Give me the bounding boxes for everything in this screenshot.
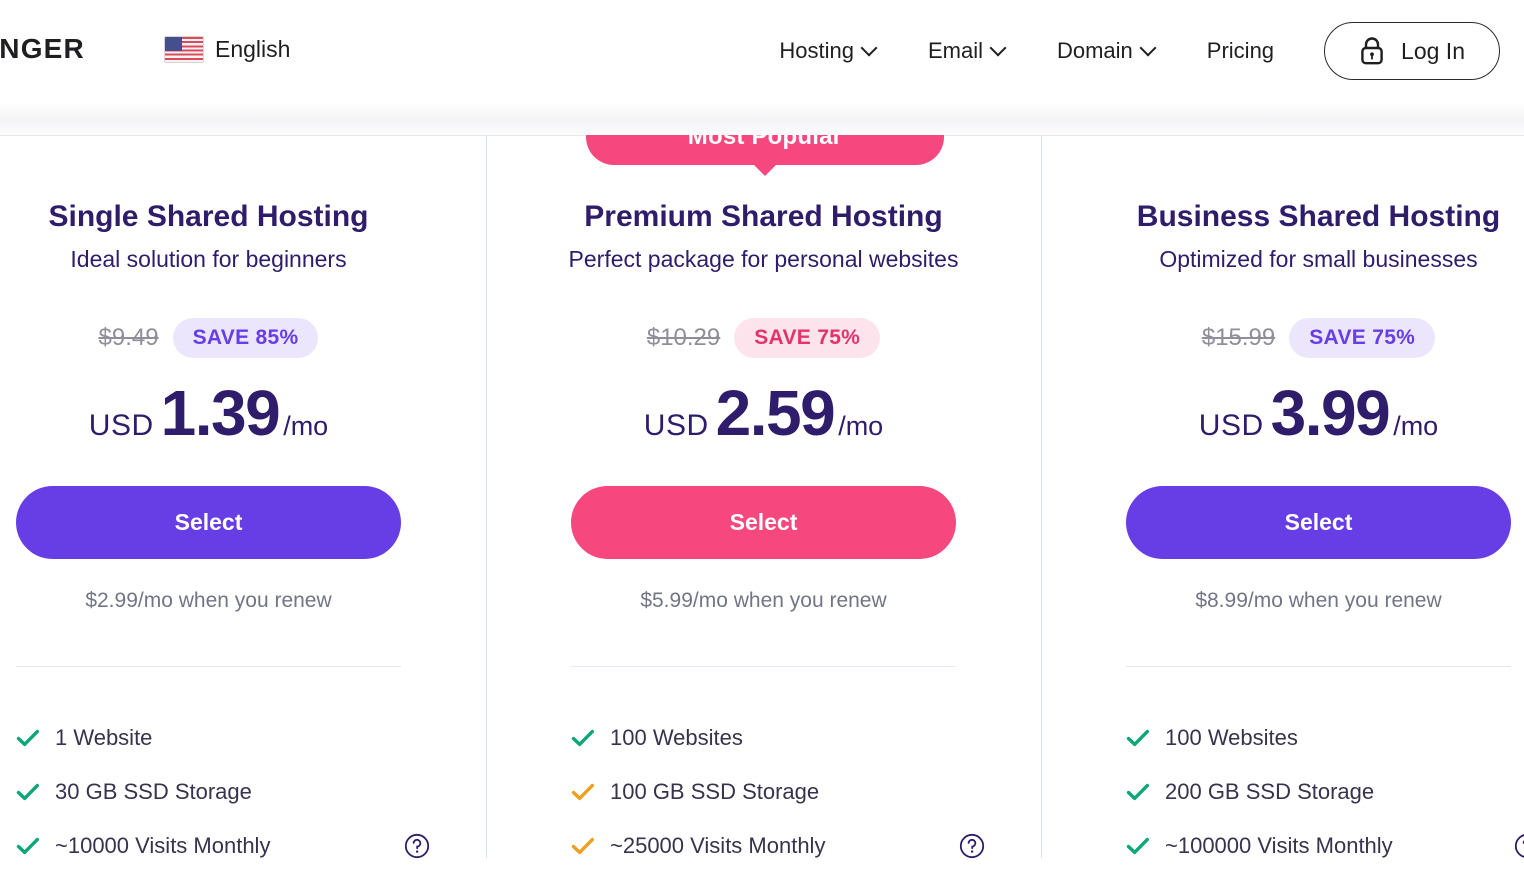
login-button[interactable]: Log In: [1324, 22, 1500, 80]
language-selector[interactable]: English: [164, 36, 290, 63]
feature-label: 30 GB SSD Storage: [55, 779, 252, 804]
plan-subtitle: Optimized for small businesses: [1159, 246, 1478, 272]
site-header: TINGER English Hosting Email Domain Pric…: [0, 0, 1524, 102]
pricing-plans-section: Single Shared Hosting Ideal solution for…: [0, 109, 1524, 859]
plan-old-price: $9.49: [98, 324, 159, 351]
card-inner-divider: [1126, 666, 1511, 667]
plan-price: USD 1.39 /mo: [0, 381, 486, 445]
nav-item-pricing[interactable]: Pricing: [1181, 26, 1300, 76]
check-icon: [571, 729, 594, 747]
help-icon[interactable]: [1514, 833, 1524, 859]
nav-label-domain: Domain: [1056, 38, 1133, 63]
pricing-card-premium-shared-hosting[interactable]: Premium Shared Hosting Perfect package f…: [486, 136, 1041, 859]
check-icon: [571, 837, 594, 855]
plan-price-period: /mo: [838, 411, 884, 441]
select-button-business[interactable]: Select: [1126, 486, 1511, 559]
plan-old-price: $15.99: [1201, 324, 1276, 351]
feature-label: ~25000 Visits Monthly: [610, 833, 826, 858]
plan-subtitle: Perfect package for personal websites: [568, 246, 959, 272]
feature-item: 1 Website: [16, 711, 416, 765]
us-flag-icon: [164, 36, 204, 63]
check-icon: [571, 783, 594, 801]
pricing-card-business-shared-hosting[interactable]: Business Shared Hosting Optimized for sm…: [1041, 136, 1524, 858]
plan-currency: USD: [1198, 409, 1264, 442]
plan-save-badge: SAVE 85%: [172, 318, 319, 358]
check-icon: [1126, 837, 1149, 855]
header-shadow: [0, 102, 1524, 135]
plan-renewal-note: $2.99/mo when you renew: [85, 589, 332, 612]
language-label: English: [215, 36, 291, 62]
feature-label: 100 Websites: [610, 725, 743, 750]
plan-price-amount: 1.39: [160, 377, 281, 449]
plan-old-price: $10.29: [646, 324, 721, 351]
nav-label-hosting: Hosting: [779, 38, 854, 63]
feature-label: ~10000 Visits Monthly: [55, 833, 271, 858]
site-logo[interactable]: TINGER: [0, 33, 85, 65]
select-button-premium[interactable]: Select: [571, 486, 956, 559]
plan-feature-list: 1 Website 30 GB SSD Storage ~10000 Visit…: [16, 711, 430, 873]
feature-item: 100 Websites: [571, 711, 971, 765]
help-icon[interactable]: [959, 833, 985, 859]
main-navigation: Hosting Email Domain Pricing Log In: [753, 22, 1500, 80]
plan-subtitle: Ideal solution for beginners: [70, 246, 347, 272]
nav-label-pricing: Pricing: [1206, 38, 1275, 63]
card-inner-divider: [16, 666, 401, 667]
feature-label: 200 GB SSD Storage: [1165, 779, 1375, 804]
check-icon: [16, 729, 39, 747]
plan-currency: USD: [88, 409, 154, 442]
lock-icon: [1361, 37, 1383, 65]
feature-item: 30 GB SSD Storage: [16, 765, 416, 819]
nav-item-domain[interactable]: Domain: [1031, 26, 1181, 76]
plan-renewal-note: $5.99/mo when you renew: [640, 589, 887, 612]
check-icon: [16, 837, 39, 855]
chevron-down-icon: [992, 42, 1005, 55]
plan-feature-list: 100 Websites 100 GB SSD Storage ~25000 V…: [571, 711, 985, 873]
plan-currency: USD: [643, 409, 709, 442]
plan-price: USD 2.59 /mo: [486, 381, 1041, 445]
plan-feature-list: 100 Websites 200 GB SSD Storage ~100000 …: [1126, 711, 1524, 873]
plan-discount-row: $15.99 SAVE 75%: [1041, 318, 1524, 358]
plan-price-amount: 3.99: [1270, 377, 1391, 449]
feature-item: 100 Websites: [1126, 711, 1524, 765]
card-divider: [486, 136, 487, 858]
plan-renewal-note: $8.99/mo when you renew: [1195, 589, 1442, 612]
plan-price-amount: 2.59: [715, 377, 836, 449]
feature-item: ~25000 Visits Monthly: [571, 819, 985, 873]
select-button-single[interactable]: Select: [16, 486, 401, 559]
plan-discount-row: $9.49 SAVE 85%: [0, 318, 486, 358]
plan-price-period: /mo: [1393, 411, 1439, 441]
card-inner-divider: [571, 666, 956, 667]
nav-item-hosting[interactable]: Hosting: [753, 26, 902, 76]
plan-discount-row: $10.29 SAVE 75%: [486, 318, 1041, 358]
check-icon: [16, 783, 39, 801]
help-icon[interactable]: [404, 833, 430, 859]
pricing-card-single-shared-hosting[interactable]: Single Shared Hosting Ideal solution for…: [0, 136, 486, 859]
feature-label: 100 GB SSD Storage: [610, 779, 820, 804]
plan-title: Premium Shared Hosting: [584, 200, 943, 233]
plan-save-badge: SAVE 75%: [1289, 318, 1436, 358]
feature-item: 100 GB SSD Storage: [571, 765, 971, 819]
feature-label: 100 Websites: [1165, 725, 1298, 750]
chevron-down-icon: [863, 42, 876, 55]
plan-price: USD 3.99 /mo: [1041, 381, 1524, 445]
plan-price-period: /mo: [283, 411, 329, 441]
plan-title: Single Shared Hosting: [48, 200, 369, 233]
feature-label: ~100000 Visits Monthly: [1165, 833, 1393, 858]
login-label: Log In: [1401, 37, 1465, 64]
plan-save-badge: SAVE 75%: [734, 318, 881, 358]
check-icon: [1126, 783, 1149, 801]
feature-item: 200 GB SSD Storage: [1126, 765, 1524, 819]
card-divider: [1041, 136, 1042, 858]
plan-title: Business Shared Hosting: [1136, 200, 1501, 233]
feature-label: 1 Website: [55, 725, 153, 750]
feature-item: ~100000 Visits Monthly: [1126, 819, 1524, 873]
check-icon: [1126, 729, 1149, 747]
feature-item: ~10000 Visits Monthly: [16, 819, 430, 873]
nav-label-email: Email: [927, 38, 983, 63]
chevron-down-icon: [1142, 42, 1155, 55]
nav-item-email[interactable]: Email: [902, 26, 1031, 76]
